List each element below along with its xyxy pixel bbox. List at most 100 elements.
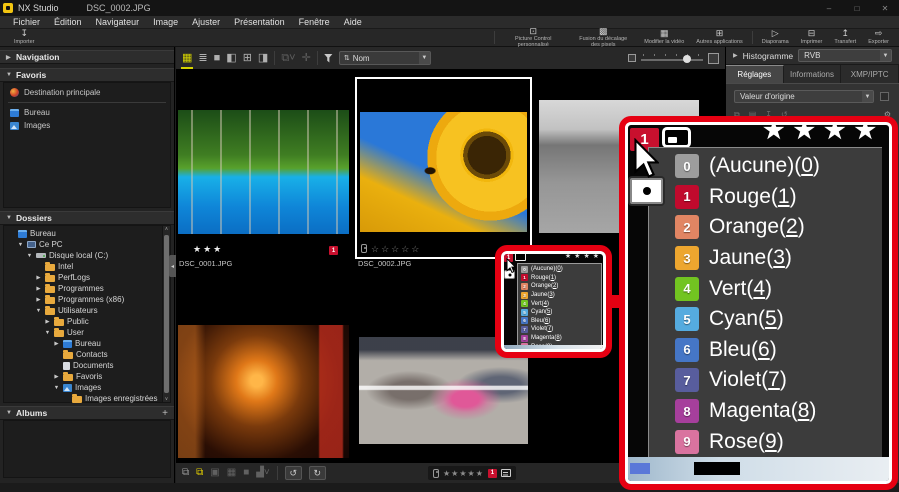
folders-scrollbar[interactable]: ∧ ∨ bbox=[162, 226, 170, 402]
folder-intel[interactable]: Intel bbox=[4, 261, 170, 272]
label-menu-icon[interactable] bbox=[662, 127, 691, 148]
label-menu-item-jaune[interactable]: 3 Jaune(3) bbox=[518, 291, 601, 300]
maximize-button[interactable]: □ bbox=[843, 4, 871, 13]
label-menu-item-magenta[interactable]: 8 Magenta(8) bbox=[649, 396, 882, 427]
tab-xmp-iptc[interactable]: XMP/IPTC bbox=[841, 65, 899, 83]
menu-item-fenetre[interactable]: Fenêtre bbox=[292, 17, 337, 27]
multi-view-icon[interactable]: ⊞ bbox=[243, 52, 252, 64]
label-menu-item-orange[interactable]: 2 Orange(2) bbox=[649, 212, 882, 243]
section-albums[interactable]: ▼ Albums + bbox=[0, 406, 174, 420]
toolbar-button-exporter[interactable]: ⇨ Exporter bbox=[862, 29, 895, 46]
folder-bureau[interactable]: Bureau bbox=[4, 228, 170, 239]
label-menu-item-magenta[interactable]: 8 Magenta(8) bbox=[518, 334, 601, 343]
rating-stars[interactable]: ☆☆☆☆☆ bbox=[371, 244, 421, 255]
label-menu-item-orange[interactable]: 2 Orange(2) bbox=[518, 282, 601, 291]
sort-dropdown[interactable]: ⇅ Nom ▼ bbox=[338, 51, 431, 65]
label-menu-item-rouge[interactable]: 1 Rouge(1) bbox=[649, 182, 882, 213]
folder-disque-local-c[interactable]: ▼ Disque local (C:) bbox=[4, 250, 170, 261]
undo-button[interactable]: ↺ bbox=[284, 466, 302, 480]
toolbar-button-diaporama[interactable]: ▷ Diaporama bbox=[756, 29, 795, 46]
split-view-icon[interactable]: ◨ bbox=[258, 52, 268, 64]
edit-preset-dropdown[interactable]: Valeur d'origine ▼ bbox=[734, 90, 874, 103]
toolbar-button-imprimer[interactable]: ⊟ Imprimer bbox=[795, 29, 829, 46]
toolbar-button-modifier-la-video[interactable]: ▦ Modifier la vidéo bbox=[638, 29, 690, 46]
label-menu-item-aucune[interactable]: 0 (Aucune)(0) bbox=[649, 151, 882, 182]
label-menu-item-cyan[interactable]: 5 Cyan(5) bbox=[518, 308, 601, 317]
folder-utilisateurs[interactable]: ▼ Utilisateurs bbox=[4, 305, 170, 316]
folder-favoris[interactable]: ▶ Favoris bbox=[4, 371, 170, 382]
folder-user[interactable]: ▼ User bbox=[4, 327, 170, 338]
folder-public[interactable]: ▶ Public bbox=[4, 316, 170, 327]
large-thumbnail-icon[interactable] bbox=[708, 52, 719, 64]
histogram-header[interactable]: ▶ Histogramme RVB ▼ bbox=[726, 47, 899, 65]
filter-icon[interactable] bbox=[323, 53, 333, 63]
thumbnail-dsc0002[interactable] bbox=[360, 112, 527, 232]
slider-handle[interactable] bbox=[683, 55, 692, 63]
close-button[interactable]: ✕ bbox=[871, 4, 899, 13]
grid-view-icon[interactable]: ▦ bbox=[180, 52, 194, 69]
thumbnail-size-slider[interactable] bbox=[641, 53, 703, 63]
sidebar-collapse-handle[interactable]: ◂ bbox=[169, 255, 176, 277]
one-to-one-icon[interactable]: ▣ bbox=[210, 468, 219, 478]
folder-images-enregistrees[interactable]: Images enregistrées bbox=[4, 393, 170, 404]
label-menu-item-violet[interactable]: 7 Violet(7) bbox=[518, 325, 601, 334]
image-view-icon[interactable]: ■ bbox=[214, 52, 221, 64]
folder-bureau[interactable]: ▶ Bureau bbox=[4, 338, 170, 349]
label-menu-item-aucune[interactable]: 0 (Aucune)(0) bbox=[518, 265, 601, 274]
menu-item-navigateur[interactable]: Navigateur bbox=[89, 17, 147, 27]
label-menu-item-violet[interactable]: 7 Violet(7) bbox=[649, 365, 882, 396]
menu-item-aide[interactable]: Aide bbox=[337, 17, 369, 27]
folder-programmes[interactable]: ▶ Programmes bbox=[4, 283, 170, 294]
label-menu-icon[interactable] bbox=[515, 254, 526, 261]
section-folders[interactable]: ▼ Dossiers bbox=[0, 211, 174, 225]
redo-button[interactable]: ↻ bbox=[308, 466, 326, 480]
toolbar-button-transfert[interactable]: ↥ Transfert bbox=[828, 29, 862, 46]
minimize-button[interactable]: – bbox=[815, 4, 843, 13]
rating-stars[interactable]: ★★★ bbox=[193, 244, 223, 255]
folder-contacts[interactable]: Contacts bbox=[4, 349, 170, 360]
menu-item-edition[interactable]: Édition bbox=[47, 17, 89, 27]
section-favorites[interactable]: ▼ Favoris bbox=[0, 68, 174, 82]
grid-overlay-icon[interactable]: ▦ bbox=[227, 468, 236, 478]
folder-perflogs[interactable]: ▶ PerfLogs bbox=[4, 272, 170, 283]
tab-informations[interactable]: Informations bbox=[783, 65, 842, 83]
thumbnail-night-alley[interactable] bbox=[178, 325, 349, 458]
label-menu-item-rouge[interactable]: 1 Rouge(1) bbox=[518, 274, 601, 283]
histogram-overlay-icon[interactable]: ▟˅ bbox=[256, 468, 270, 478]
label-menu-item-bleu[interactable]: 6 Bleu(6) bbox=[649, 335, 882, 366]
single-overlay-icon[interactable]: ■ bbox=[243, 468, 249, 478]
channel-dropdown[interactable]: RVB ▼ bbox=[798, 49, 892, 62]
label-menu-item-vert[interactable]: 4 Vert(4) bbox=[649, 273, 882, 304]
label-menu-item-vert[interactable]: 4 Vert(4) bbox=[518, 299, 601, 308]
favorite-item-images[interactable]: Images bbox=[4, 119, 170, 132]
import-button[interactable]: ↧ Importer bbox=[0, 29, 40, 46]
menu-item-presentation[interactable]: Présentation bbox=[227, 17, 292, 27]
section-navigation[interactable]: ▶ Navigation bbox=[0, 50, 174, 64]
toolbar-button-autres-applications[interactable]: ⊞ Autres applications bbox=[690, 29, 748, 46]
add-album-button[interactable]: + bbox=[162, 408, 168, 419]
menu-item-ajuster[interactable]: Ajuster bbox=[185, 17, 227, 27]
label-menu-icon[interactable] bbox=[500, 469, 511, 477]
thumbnail-dsc0001[interactable] bbox=[178, 110, 349, 234]
favorite-item-destination-principale[interactable]: Destination principale bbox=[4, 86, 170, 99]
label-menu-item-bleu[interactable]: 6 Bleu(6) bbox=[518, 317, 601, 326]
apply-checkbox[interactable] bbox=[880, 92, 889, 101]
label-menu-item-rose[interactable]: 9Rose(9) bbox=[649, 426, 882, 457]
compare-icon[interactable]: ⧉˅ bbox=[281, 52, 295, 64]
image-filmstrip-view-icon[interactable]: ◧ bbox=[226, 52, 236, 64]
menu-item-image[interactable]: Image bbox=[146, 17, 185, 27]
label-menu-item-cyan[interactable]: 5 Cyan(5) bbox=[649, 304, 882, 335]
tab-reglages[interactable]: Réglages bbox=[726, 65, 784, 83]
folder-images[interactable]: ▼ Images bbox=[4, 382, 170, 393]
stack-icon[interactable]: ⧉ bbox=[182, 468, 189, 478]
folder-programmes-x86[interactable]: ▶ Programmes (x86) bbox=[4, 294, 170, 305]
folder-ce-pc[interactable]: ▼ Ce PC bbox=[4, 239, 170, 250]
folder-documents[interactable]: Documents bbox=[4, 360, 170, 371]
list-view-icon[interactable]: ≣ bbox=[198, 52, 207, 64]
rating-stars[interactable]: ★★★★★ bbox=[443, 469, 484, 478]
favorite-item-bureau[interactable]: Bureau bbox=[4, 106, 170, 119]
small-thumbnail-icon[interactable] bbox=[628, 54, 636, 62]
toolbar-button-picture-control-personnalise[interactable]: ⊡ Picture Control personnalisé bbox=[498, 27, 568, 48]
protect-icon[interactable] bbox=[433, 468, 439, 478]
stack-active-icon[interactable]: ⧉ bbox=[196, 468, 203, 478]
